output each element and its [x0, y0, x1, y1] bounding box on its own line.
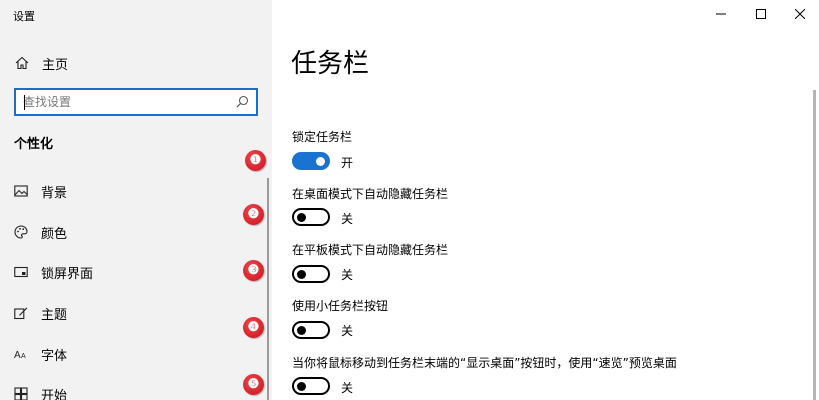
- toggle-knob: [297, 212, 306, 222]
- annotation-badge-3: ❸: [243, 260, 264, 281]
- search-icon[interactable]: [236, 95, 249, 108]
- text-caret: [24, 95, 25, 110]
- sidebar-item-label: 锁屏界面: [41, 266, 94, 282]
- search-input[interactable]: [23, 93, 223, 111]
- toggle-lock-taskbar[interactable]: [292, 152, 330, 170]
- close-button[interactable]: [783, 0, 817, 28]
- svg-text:A: A: [14, 350, 21, 361]
- annotation-badge-1: ❶: [245, 150, 266, 171]
- sidebar-item-fonts[interactable]: AA 字体: [14, 344, 67, 364]
- sidebar-item-label: 背景: [41, 185, 68, 201]
- main-scrollbar[interactable]: [813, 90, 816, 400]
- sidebar-item-label: 开始: [41, 388, 68, 400]
- annotation-badge-2: ❷: [243, 204, 264, 225]
- toggle-knob: [316, 156, 325, 166]
- sidebar-item-start[interactable]: 开始: [14, 384, 67, 400]
- home-icon: [15, 56, 29, 70]
- toggle-small-buttons[interactable]: [292, 321, 330, 339]
- toggle-state-text: 关: [341, 381, 354, 395]
- toggle-state-text: 关: [341, 212, 354, 226]
- setting-label-peek-desktop: 当你将鼠标移动到任务栏末端的“显示桌面”按钮时，使用“速览”预览桌面: [292, 356, 677, 370]
- page-title: 任务栏: [291, 49, 370, 79]
- setting-label-small-buttons: 使用小任务栏按钮: [292, 299, 389, 313]
- toggle-state-text: 关: [341, 268, 354, 282]
- font-icon: AA: [14, 350, 26, 361]
- toggle-knob: [297, 381, 306, 391]
- sidebar-item-lock-screen[interactable]: 锁屏界面: [14, 262, 93, 282]
- section-title: 个性化: [14, 137, 54, 152]
- sidebar-item-label: 主题: [41, 307, 68, 323]
- toggle-peek-desktop[interactable]: [292, 377, 330, 395]
- start-icon: [14, 387, 28, 400]
- sidebar-item-label: 字体: [41, 348, 68, 364]
- sidebar-item-background[interactable]: 背景: [14, 181, 67, 201]
- toggle-autohide-tablet[interactable]: [292, 265, 330, 283]
- toggle-autohide-desktop[interactable]: [292, 208, 330, 226]
- setting-label-lock-taskbar: 锁定任务栏: [292, 130, 353, 144]
- app-title: 设置: [13, 10, 35, 23]
- maximize-icon: [756, 9, 766, 19]
- lock-screen-icon: [14, 266, 28, 278]
- close-icon: [795, 9, 805, 19]
- minimize-button[interactable]: [704, 0, 738, 28]
- search-box[interactable]: [14, 88, 258, 116]
- maximize-button[interactable]: [744, 0, 778, 28]
- annotation-badge-5: ❺: [243, 374, 264, 395]
- toggle-state-text: 开: [341, 156, 354, 170]
- setting-label-autohide-tablet: 在平板模式下自动隐藏任务栏: [292, 243, 449, 257]
- sidebar-item-colors[interactable]: 颜色: [14, 222, 67, 242]
- palette-icon: [14, 225, 28, 239]
- sidebar-item-label: 主页: [42, 57, 69, 73]
- sidebar-scrollbar[interactable]: [267, 178, 269, 400]
- minimize-icon: [716, 13, 726, 15]
- sidebar-item-label: 颜色: [41, 226, 68, 242]
- annotation-badge-4: ❹: [243, 317, 264, 338]
- sidebar-item-home[interactable]: 主页: [15, 53, 68, 73]
- sidebar: 设置 主页 个性化 背景 颜色 锁屏界面 主题 AA 字体 开始 ❶ ❷ ❸ ❹…: [0, 0, 272, 400]
- toggle-knob: [297, 269, 306, 279]
- main-content: 任务栏 锁定任务栏 开 在桌面模式下自动隐藏任务栏 关 在平板模式下自动隐藏任务…: [272, 0, 819, 400]
- toggle-knob: [297, 325, 306, 335]
- toggle-state-text: 关: [341, 324, 354, 338]
- sidebar-item-themes[interactable]: 主题: [14, 303, 67, 323]
- setting-label-autohide-desktop: 在桌面模式下自动隐藏任务栏: [292, 187, 449, 201]
- theme-brush-icon: [14, 307, 28, 320]
- picture-icon: [14, 185, 28, 197]
- svg-text:A: A: [21, 353, 26, 360]
